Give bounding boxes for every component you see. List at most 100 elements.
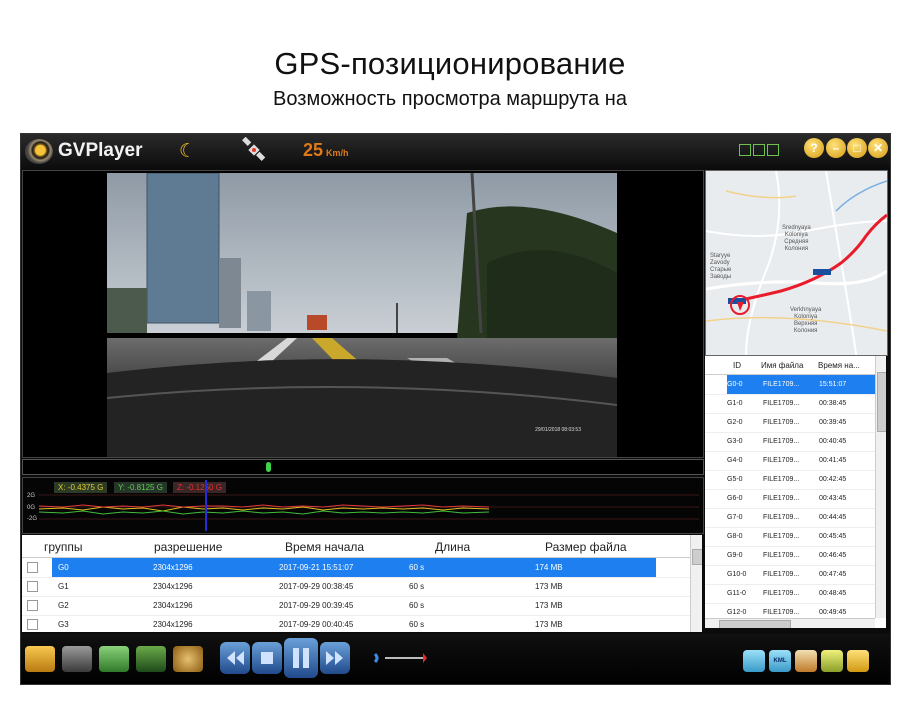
- map-view-button[interactable]: [795, 650, 817, 672]
- file-row[interactable]: G2-0 FILE1709... 00:39:45: [705, 413, 875, 433]
- files-table-header: ID Имя файла Время на...: [705, 356, 875, 375]
- cell-id: G12-0: [727, 609, 747, 616]
- monitor-button[interactable]: [743, 650, 765, 672]
- cell-resolution: 2304x1296: [153, 601, 193, 610]
- file-row[interactable]: G5-0 FILE1709... 00:42:45: [705, 470, 875, 490]
- row-checkbox[interactable]: [27, 581, 38, 592]
- map-label-staryye: Staryye Zavody Старые Заводы: [710, 253, 732, 280]
- table-row[interactable]: G3 2304x1296 2017-09-29 00:40:45 60 s 17…: [22, 615, 690, 632]
- file-row[interactable]: G4-0 FILE1709... 00:41:45: [705, 451, 875, 471]
- cell-group: G3: [58, 620, 69, 629]
- kml-export-button[interactable]: KML: [769, 650, 791, 672]
- files-hscroll-thumb[interactable]: [719, 620, 791, 628]
- lock-button[interactable]: [847, 650, 869, 672]
- cell-filename: FILE1709...: [763, 381, 800, 388]
- video-frame[interactable]: 29/01/2018 08:03:53: [107, 173, 617, 457]
- cell-start: 2017-09-21 15:51:07: [279, 563, 354, 572]
- cell-filename: FILE1709...: [763, 514, 800, 521]
- gps-map[interactable]: Srednyaya Koloniya Средняя Колония Stary…: [705, 170, 888, 356]
- cell-id: G5-0: [727, 476, 743, 483]
- file-row[interactable]: G8-0 FILE1709... 00:45:45: [705, 527, 875, 547]
- row-checkbox[interactable]: [27, 619, 38, 630]
- cell-group: G0: [58, 563, 69, 572]
- speed-value: 25: [303, 140, 324, 160]
- file-row[interactable]: G9-0 FILE1709... 00:46:45: [705, 546, 875, 566]
- help-button[interactable]: ?: [804, 138, 824, 158]
- file-row[interactable]: G1-0 FILE1709... 00:38:45: [705, 394, 875, 414]
- file-row[interactable]: G10-0 FILE1709... 00:47:45: [705, 565, 875, 585]
- col-header-start[interactable]: Время начала: [285, 540, 364, 554]
- open-folder-button[interactable]: [25, 646, 55, 672]
- cell-id: G2-0: [727, 419, 743, 426]
- layout-1-icon[interactable]: [739, 144, 751, 156]
- cell-time: 00:48:45: [819, 590, 847, 597]
- minimize-button[interactable]: –: [826, 138, 846, 158]
- settings-dial-button[interactable]: [173, 646, 203, 672]
- file-row[interactable]: G6-0 FILE1709... 00:43:45: [705, 489, 875, 509]
- cell-filename: FILE1709...: [763, 457, 800, 464]
- maximize-button[interactable]: □: [847, 138, 867, 158]
- close-button[interactable]: ✕: [868, 138, 888, 158]
- cell-resolution: 2304x1296: [153, 563, 193, 572]
- row-checkbox[interactable]: [27, 600, 38, 611]
- cell-filename: FILE1709...: [763, 571, 800, 578]
- seek-bar[interactable]: [22, 459, 704, 475]
- cell-size: 173 MB: [535, 601, 563, 610]
- snapshot-camera-button[interactable]: [62, 646, 92, 672]
- fast-forward-button[interactable]: [320, 642, 350, 674]
- stop-icon: [261, 652, 273, 664]
- col-header-time[interactable]: Время на...: [818, 361, 860, 370]
- night-mode-icon[interactable]: ☾: [179, 140, 196, 163]
- cell-length: 60 s: [409, 620, 425, 629]
- cell-time: 00:49:45: [819, 609, 847, 616]
- groups-scroll-thumb[interactable]: [692, 549, 702, 565]
- pause-button[interactable]: [284, 638, 318, 678]
- table-row[interactable]: G0 2304x1296 2017-09-21 15:51:07 60 s 17…: [22, 558, 690, 578]
- col-header-resolution[interactable]: разрешение: [154, 540, 222, 554]
- col-header-size[interactable]: Размер файла: [545, 540, 627, 554]
- cell-id: G10-0: [727, 571, 747, 578]
- cell-length: 60 s: [409, 582, 425, 591]
- export-button[interactable]: [136, 646, 166, 672]
- col-header-group[interactable]: группы: [44, 540, 83, 554]
- speed-readout: 25 Km/h: [303, 140, 349, 161]
- cell-filename: FILE1709...: [763, 495, 800, 502]
- table-row[interactable]: G2 2304x1296 2017-09-29 00:39:45 60 s 17…: [22, 596, 690, 616]
- cell-time: 15:51:07: [819, 381, 847, 388]
- row-checkbox[interactable]: [27, 562, 38, 573]
- volume-slider[interactable]: [373, 648, 433, 668]
- satellite-icon: [242, 137, 266, 161]
- north-compass-button[interactable]: [821, 650, 843, 672]
- file-row[interactable]: G7-0 FILE1709... 00:44:45: [705, 508, 875, 528]
- cell-filename: FILE1709...: [763, 438, 800, 445]
- col-header-id[interactable]: ID: [733, 361, 741, 370]
- col-header-filename[interactable]: Имя файла: [761, 361, 803, 370]
- groups-scrollbar[interactable]: [690, 535, 702, 632]
- groups-table-header: группы разрешение Время начала Длина Раз…: [22, 535, 690, 558]
- rewind-button[interactable]: [220, 642, 250, 674]
- file-row[interactable]: G3-0 FILE1709... 00:40:45: [705, 432, 875, 452]
- files-hscrollbar[interactable]: [705, 618, 875, 628]
- app-logo-icon: [25, 139, 53, 164]
- files-scrollbar[interactable]: [875, 356, 886, 618]
- table-row[interactable]: G1 2304x1296 2017-09-29 00:38:45 60 s 17…: [22, 577, 690, 597]
- cell-time: 00:42:45: [819, 476, 847, 483]
- file-row[interactable]: G0-0 FILE1709... 15:51:07: [705, 375, 875, 395]
- map-button[interactable]: [99, 646, 129, 672]
- col-header-length[interactable]: Длина: [435, 540, 470, 554]
- cell-time: 00:41:45: [819, 457, 847, 464]
- layout-2-icon[interactable]: [753, 144, 765, 156]
- files-scroll-thumb[interactable]: [877, 372, 886, 432]
- cell-filename: FILE1709...: [763, 609, 800, 616]
- video-panel[interactable]: 29/01/2018 08:03:53: [22, 170, 704, 458]
- layout-3-icon[interactable]: [767, 144, 779, 156]
- cell-id: G8-0: [727, 533, 743, 540]
- cell-length: 60 s: [409, 601, 425, 610]
- file-row[interactable]: G11-0 FILE1709... 00:48:45: [705, 584, 875, 604]
- cell-group: G2: [58, 601, 69, 610]
- seek-handle[interactable]: [266, 462, 271, 472]
- stop-button[interactable]: [252, 642, 282, 674]
- cell-id: G1-0: [727, 400, 743, 407]
- cell-start: 2017-09-29 00:38:45: [279, 582, 354, 591]
- cell-size: 173 MB: [535, 620, 563, 629]
